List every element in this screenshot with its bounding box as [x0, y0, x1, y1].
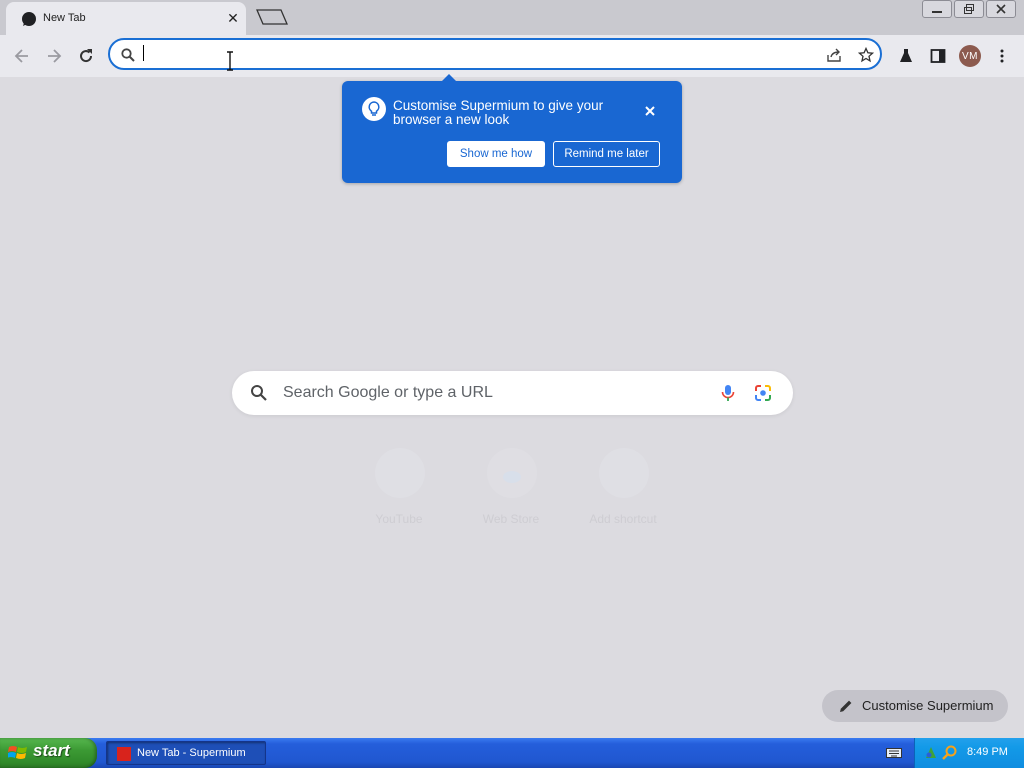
tab-close-icon[interactable]: ✕ — [225, 9, 241, 27]
tab-strip: New Tab ✕ — [0, 0, 1024, 35]
taskbar-item-label: New Tab - Supermium — [137, 747, 246, 759]
address-input[interactable] — [142, 44, 786, 68]
voice-search-mic-icon[interactable] — [718, 383, 738, 403]
avatar-initials: VM — [959, 45, 981, 67]
search-icon — [251, 385, 267, 401]
shortcut-label: YouTube — [375, 512, 423, 526]
taskbar-item-supermium[interactable]: New Tab - Supermium — [106, 741, 266, 765]
new-tab-icon[interactable] — [255, 8, 289, 26]
search-tray-icon[interactable] — [942, 745, 958, 761]
shortcut-web-store[interactable]: Web Store — [463, 448, 559, 532]
restore-icon[interactable] — [954, 0, 984, 18]
supermium-favicon-icon — [22, 12, 36, 26]
ntp-search-box[interactable]: Search Google or type a URL — [232, 371, 793, 415]
customise-supermium-button[interactable]: Customise Supermium — [822, 690, 1008, 722]
forward-icon[interactable] — [42, 44, 66, 68]
start-label: start — [33, 741, 70, 760]
tab-new-tab[interactable]: New Tab ✕ — [6, 2, 246, 35]
shortcut-add[interactable]: Add shortcut — [575, 448, 671, 532]
start-button[interactable]: start — [0, 738, 97, 768]
customise-label: Customise Supermium — [862, 698, 994, 713]
minimize-icon[interactable] — [922, 0, 952, 18]
youtube-tile-icon — [375, 448, 425, 498]
share-icon[interactable] — [825, 46, 843, 64]
pencil-icon — [840, 700, 852, 712]
add-shortcut-tile-icon — [599, 448, 649, 498]
window-controls — [922, 0, 1016, 18]
google-lens-icon[interactable] — [753, 383, 773, 403]
side-panel-icon[interactable] — [926, 44, 950, 68]
promo-text: Customise Supermium to give your browser… — [393, 98, 604, 127]
profile-avatar[interactable]: VM — [958, 44, 982, 68]
customise-promo-bubble: Customise Supermium to give your browser… — [342, 74, 682, 183]
system-tray: 8:49 PM — [914, 738, 1024, 768]
windows-logo-icon — [8, 746, 27, 759]
network-icon[interactable] — [923, 745, 939, 761]
menu-kebab-icon[interactable] — [990, 44, 1014, 68]
lightbulb-icon — [362, 97, 386, 121]
back-icon[interactable] — [10, 44, 34, 68]
tab-title: New Tab — [43, 12, 86, 24]
promo-close-icon[interactable] — [640, 101, 660, 121]
reload-icon[interactable] — [74, 44, 98, 68]
text-caret — [143, 45, 144, 61]
labs-flask-icon[interactable] — [894, 44, 918, 68]
clock: 8:49 PM — [967, 746, 1008, 758]
web-store-tile-icon — [487, 448, 537, 498]
toolbar: VM — [0, 35, 1024, 77]
shortcut-youtube[interactable]: YouTube — [351, 448, 447, 532]
taskbar: start New Tab - Supermium 8:49 PM — [0, 738, 1024, 768]
ntp-search-placeholder: Search Google or type a URL — [283, 384, 493, 401]
show-me-how-button[interactable]: Show me how — [447, 141, 545, 167]
close-icon[interactable] — [986, 0, 1016, 18]
text-cursor-ibeam-icon — [227, 51, 233, 71]
bookmark-star-icon[interactable] — [857, 46, 875, 64]
shortcut-label: Add shortcut — [589, 512, 657, 526]
keyboard-icon[interactable] — [886, 747, 902, 759]
supermium-app-icon — [117, 747, 131, 761]
shortcut-label: Web Store — [482, 512, 540, 526]
remind-me-later-button[interactable]: Remind me later — [553, 141, 660, 167]
search-icon — [121, 48, 135, 62]
